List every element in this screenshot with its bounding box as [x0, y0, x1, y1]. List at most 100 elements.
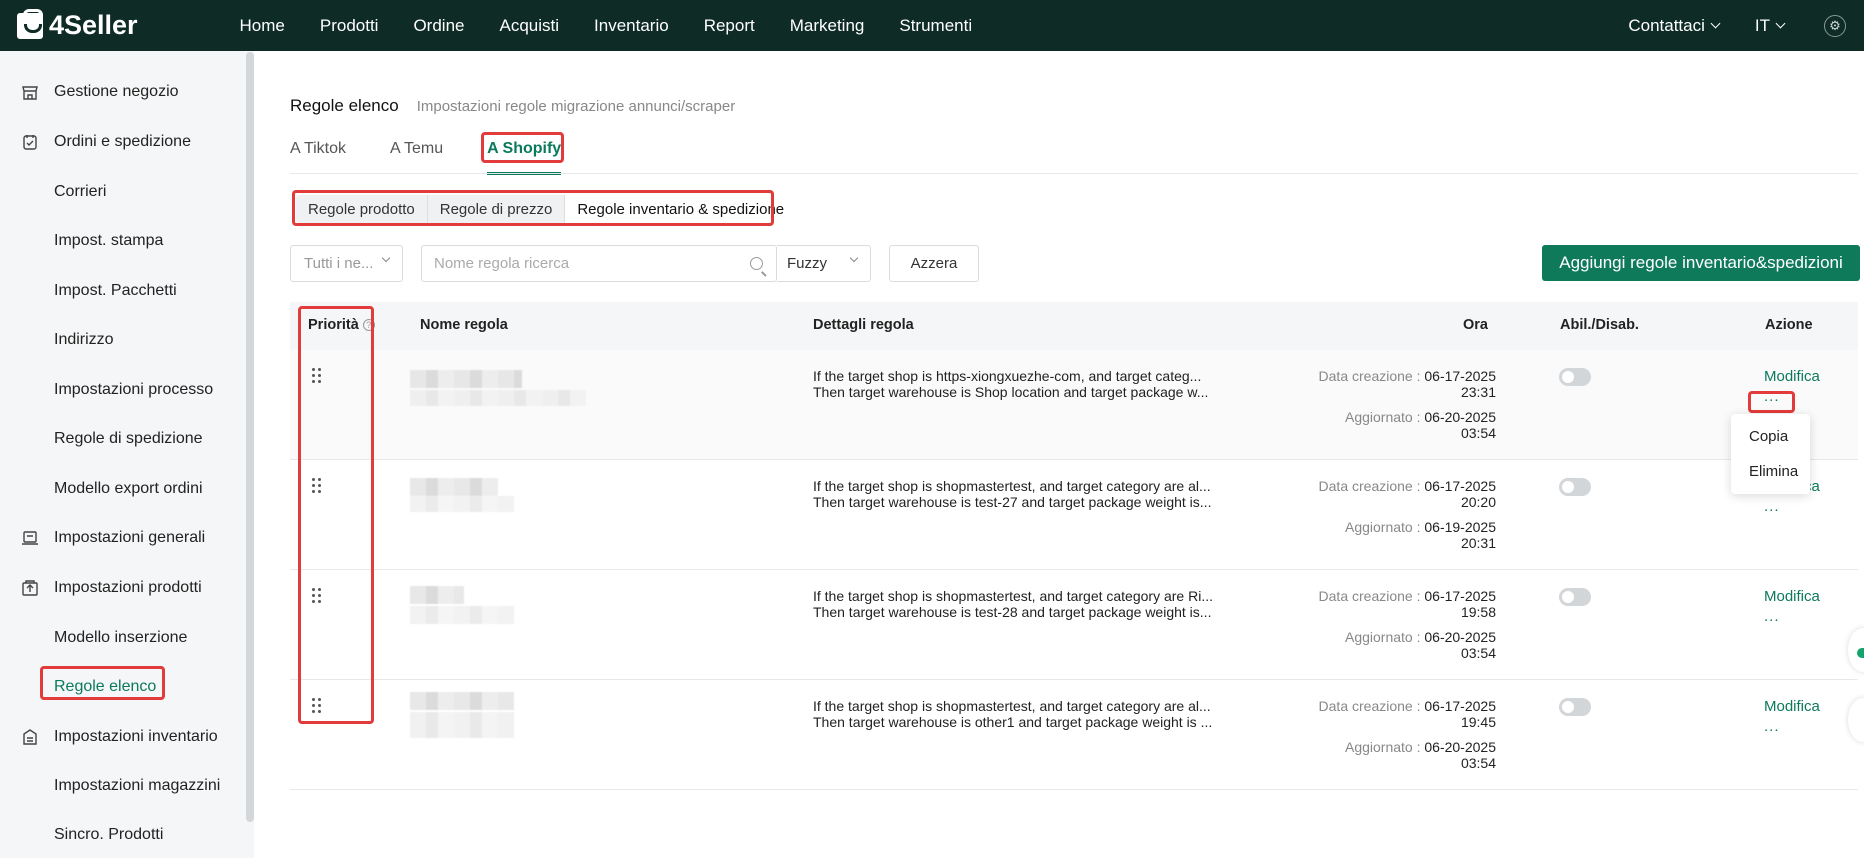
- blurred-rule-name: [410, 586, 464, 604]
- search-icon[interactable]: [750, 257, 763, 270]
- delete-menu-item[interactable]: Elimina: [1749, 463, 1798, 480]
- rule-timestamps: Data creazione : 06-17-2025 19:58 Aggior…: [1319, 588, 1496, 661]
- segment-regole-prezzo[interactable]: Regole di prezzo: [428, 195, 566, 223]
- enable-toggle[interactable]: [1559, 588, 1591, 606]
- chevron-down-icon: [381, 253, 391, 263]
- table-row: If the target shop is shopmastertest, an…: [290, 460, 1858, 570]
- enable-toggle[interactable]: [1559, 478, 1591, 496]
- tabs-divider: [290, 173, 1858, 174]
- created-label: Data creazione :: [1318, 698, 1421, 714]
- contact-dropdown[interactable]: Contattaci: [1628, 16, 1721, 36]
- sidebar-item-sincro-prodotti[interactable]: Sincro. Prodotti: [54, 818, 163, 852]
- sidebar-item-indirizzo[interactable]: Indirizzo: [54, 323, 114, 357]
- edit-link[interactable]: Modifica: [1764, 698, 1820, 715]
- nav-inventario[interactable]: Inventario: [577, 0, 687, 51]
- match-mode-select[interactable]: Fuzzy: [777, 245, 871, 282]
- sidebar-item-impostazioni-prodotti[interactable]: Impostazioni prodotti: [21, 571, 202, 605]
- updated-date: 06-20-2025: [1424, 409, 1496, 425]
- sidebar-item-modello-inserzione[interactable]: Modello inserzione: [54, 621, 187, 655]
- bag-logo-icon: [17, 8, 43, 39]
- drag-handle-icon[interactable]: [312, 478, 322, 494]
- tab-shopify[interactable]: A Shopify: [487, 140, 562, 175]
- detail-line: Then target warehouse is Shop location a…: [813, 384, 1209, 400]
- created-date: 06-17-2025: [1424, 478, 1496, 494]
- inventory-icon: [21, 728, 39, 746]
- reset-button[interactable]: Azzera: [889, 245, 979, 282]
- blurred-rule-name: [410, 478, 498, 496]
- sidebar-item-label: Impostazioni prodotti: [54, 579, 202, 596]
- created-label: Data creazione :: [1318, 478, 1421, 494]
- sidebar-scrollbar[interactable]: [246, 52, 254, 822]
- more-actions-popover: Copia Elimina: [1731, 414, 1810, 494]
- top-navigation-bar: 4Seller Home Prodotti Ordine Acquisti In…: [0, 0, 1864, 51]
- sidebar-item-regole-elenco[interactable]: Regole elenco: [54, 670, 156, 704]
- more-actions-button[interactable]: ...: [1764, 388, 1780, 405]
- detail-line: If the target shop is shopmastertest, an…: [813, 478, 1211, 494]
- blurred-rule-name: [410, 606, 514, 624]
- edit-link[interactable]: Modifica: [1764, 588, 1820, 605]
- brand-logo[interactable]: 4Seller: [17, 8, 222, 41]
- segment-regole-prodotto[interactable]: Regole prodotto: [296, 195, 428, 223]
- updated-date: 06-20-2025: [1424, 629, 1496, 645]
- tab-tiktok[interactable]: A Tiktok: [290, 140, 346, 174]
- more-actions-button[interactable]: ...: [1764, 498, 1780, 515]
- enable-toggle[interactable]: [1559, 368, 1591, 386]
- header-priority-label: Priorità: [308, 317, 359, 333]
- chevron-down-icon: [1775, 18, 1786, 29]
- match-mode-value: Fuzzy: [787, 255, 828, 272]
- sidebar-item-impostazioni-inventario[interactable]: Impostazioni inventario: [21, 720, 218, 754]
- sidebar-item-impostazioni-processo[interactable]: Impostazioni processo: [54, 373, 213, 407]
- sidebar-item-impost-pacchetti[interactable]: Impost. Pacchetti: [54, 274, 177, 308]
- gear-icon[interactable]: ⚙: [1824, 14, 1846, 37]
- chevron-down-icon: [849, 253, 859, 263]
- more-actions-button[interactable]: ...: [1764, 718, 1780, 735]
- header-time: Ora: [1463, 317, 1488, 333]
- page-header: Regole elenco Impostazioni regole migraz…: [290, 96, 735, 116]
- tab-temu[interactable]: A Temu: [390, 140, 443, 174]
- rule-type-segmented-control: Regole prodotto Regole di prezzo Regole …: [296, 195, 797, 223]
- sidebar-item-label: Gestione negozio: [54, 83, 179, 100]
- sidebar-item-ordini-spedizione[interactable]: Ordini e spedizione: [21, 125, 191, 159]
- platform-tabs: A Tiktok A Temu A Shopify: [290, 140, 605, 175]
- sidebar-item-impost-stampa[interactable]: Impost. stampa: [54, 224, 163, 258]
- sidebar-item-corrieri[interactable]: Corrieri: [54, 175, 106, 209]
- updated-time: 20:31: [1460, 535, 1496, 551]
- sidebar-item-gestione-negozio[interactable]: Gestione negozio: [21, 75, 179, 109]
- table-header: Priorità? Nome regola Dettagli regola Or…: [290, 302, 1858, 350]
- nav-report[interactable]: Report: [686, 0, 772, 51]
- add-rule-button[interactable]: Aggiungi regole inventario&spedizioni: [1542, 245, 1860, 281]
- enable-toggle[interactable]: [1559, 698, 1591, 716]
- header-action: Azione: [1765, 317, 1813, 333]
- sidebar-item-regole-spedizione[interactable]: Regole di spedizione: [54, 422, 203, 456]
- edit-link[interactable]: Modifica: [1764, 368, 1820, 385]
- drag-handle-icon[interactable]: [312, 368, 322, 384]
- updated-label: Aggiornato :: [1344, 409, 1421, 425]
- copy-menu-item[interactable]: Copia: [1749, 428, 1788, 445]
- help-icon[interactable]: ?: [362, 319, 375, 331]
- detail-line: If the target shop is shopmastertest, an…: [813, 588, 1213, 604]
- drag-handle-icon[interactable]: [312, 588, 322, 604]
- nav-ordine[interactable]: Ordine: [396, 0, 482, 51]
- sidebar-item-impostazioni-magazzini[interactable]: Impostazioni magazzini: [54, 769, 220, 803]
- rule-timestamps: Data creazione : 06-17-2025 20:20 Aggior…: [1319, 478, 1496, 551]
- segment-regole-inventario[interactable]: Regole inventario & spedizione: [565, 195, 797, 223]
- blurred-rule-name: [410, 712, 514, 738]
- more-actions-button[interactable]: ...: [1764, 608, 1780, 625]
- store-icon: [21, 83, 39, 101]
- sidebar-item-impostazioni-generali[interactable]: Impostazioni generali: [21, 521, 205, 555]
- nav-home[interactable]: Home: [222, 0, 302, 51]
- drag-handle-icon[interactable]: [312, 698, 322, 714]
- updated-label: Aggiornato :: [1344, 739, 1421, 755]
- nav-marketing[interactable]: Marketing: [772, 0, 882, 51]
- sidebar-item-label: Ordini e spedizione: [54, 133, 191, 150]
- language-dropdown[interactable]: IT: [1755, 16, 1786, 36]
- shop-select[interactable]: Tutti i ne...: [290, 245, 403, 282]
- table-row: If the target shop is shopmastertest, an…: [290, 680, 1858, 790]
- nav-prodotti[interactable]: Prodotti: [302, 0, 396, 51]
- nav-acquisti[interactable]: Acquisti: [482, 0, 577, 51]
- sidebar-item-modello-export[interactable]: Modello export ordini: [54, 472, 203, 506]
- search-input[interactable]: Nome regola ricerca: [421, 245, 777, 282]
- order-icon: [21, 133, 39, 151]
- nav-strumenti[interactable]: Strumenti: [882, 0, 990, 51]
- detail-line: If the target shop is shopmastertest, an…: [813, 698, 1211, 714]
